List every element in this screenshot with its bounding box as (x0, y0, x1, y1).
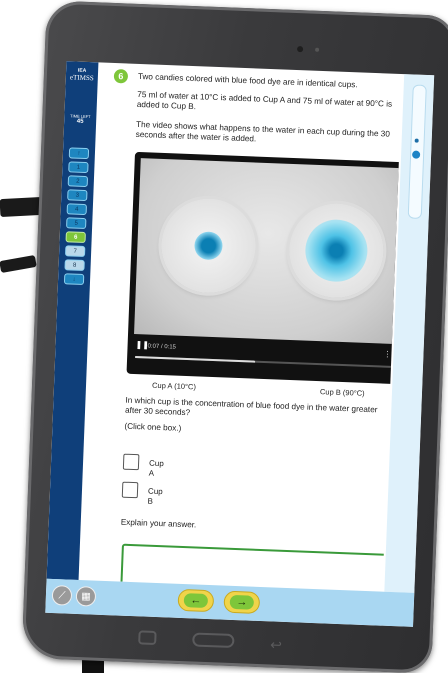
video-progress-fill (135, 356, 256, 363)
video-progress-bar[interactable] (135, 356, 392, 368)
question-video-text: The video shows what happens to the wate… (135, 119, 391, 144)
next-button[interactable]: → (223, 590, 261, 614)
dye-spread-b (304, 218, 369, 283)
question-intro: Two candies colored with blue food dye a… (137, 71, 358, 90)
calculator-icon[interactable]: ▦ (75, 585, 97, 607)
light-sensor (315, 47, 320, 52)
arrow-left-icon: ← (183, 593, 209, 608)
video-time: 0:07 / 0:15 (147, 343, 177, 351)
logo-brand: eTIMSS (69, 73, 94, 83)
arrow-right-icon: → (229, 594, 255, 610)
option-cup-b[interactable]: Cup B (121, 481, 163, 506)
video-controls: ❚❚ 0:07 / 0:15 ⋮ (135, 340, 392, 374)
question-prompt: In which cup is the concentration of blu… (124, 395, 378, 418)
ruler-icon[interactable]: ⟋ (51, 585, 73, 606)
time-left: TIME LEFT 45 (67, 113, 93, 125)
checkbox-cup-b[interactable] (121, 481, 139, 499)
question-number: 6 (113, 69, 129, 84)
cup-a-label: Cup A (10°C) (151, 380, 197, 392)
arrow-down-icon[interactable]: ↓ (63, 273, 85, 286)
question-setup: 75 ml of water at 10°C is added to Cup A… (136, 89, 393, 112)
question-nav-4[interactable]: 4 (66, 203, 87, 216)
video-frame (134, 158, 401, 344)
question-nav-7[interactable]: 7 (64, 245, 86, 258)
etimss-logo: IEA eTIMSS (68, 67, 97, 83)
question-nav-2[interactable]: 2 (67, 175, 89, 188)
system-back-icon[interactable]: ↩ (270, 636, 284, 652)
option-cup-a[interactable]: Cup A (122, 453, 164, 478)
question-content: 6 Two candies colored with blue food dye… (83, 63, 403, 592)
cup-b-dish (287, 201, 386, 300)
arrow-up-icon[interactable]: ↑ (68, 147, 90, 160)
cup-b-label: Cup B (90°C) (319, 387, 365, 398)
question-nav-5[interactable]: 5 (66, 217, 87, 230)
tablet-screen: IEA eTIMSS TIME LEFT 45 ↑ 1 2 3 4 5 6 7 … (45, 61, 435, 627)
question-nav-1[interactable]: 1 (68, 161, 89, 174)
dye-spread-a (193, 231, 224, 261)
home-button[interactable] (192, 632, 235, 649)
stylus-bottom (0, 254, 37, 274)
question-nav-3[interactable]: 3 (67, 189, 88, 202)
checkbox-cup-a[interactable] (122, 453, 140, 471)
video-player[interactable]: ❚❚ 0:07 / 0:15 ⋮ (126, 151, 403, 385)
option-label: Cup B (147, 486, 163, 506)
question-nav-8[interactable]: 8 (64, 259, 85, 272)
explain-prompt: Explain your answer. (120, 517, 197, 530)
tablet-device: IEA eTIMSS TIME LEFT 45 ↑ 1 2 3 4 5 6 7 … (21, 0, 448, 673)
photo-stage: IEA eTIMSS TIME LEFT 45 ↑ 1 2 3 4 5 6 7 … (0, 0, 448, 673)
cup-a-dish (159, 196, 258, 295)
back-button[interactable]: ← (177, 588, 215, 613)
more-vertical-icon[interactable]: ⋮ (383, 350, 391, 360)
question-nav-6[interactable]: 6 (65, 231, 86, 244)
stylus-top (0, 196, 43, 218)
option-label: Cup A (148, 458, 164, 478)
time-left-value: 45 (76, 118, 84, 125)
question-instruction: (Click one box.) (124, 421, 182, 433)
front-camera (296, 46, 304, 53)
recent-apps-button[interactable] (138, 630, 157, 646)
